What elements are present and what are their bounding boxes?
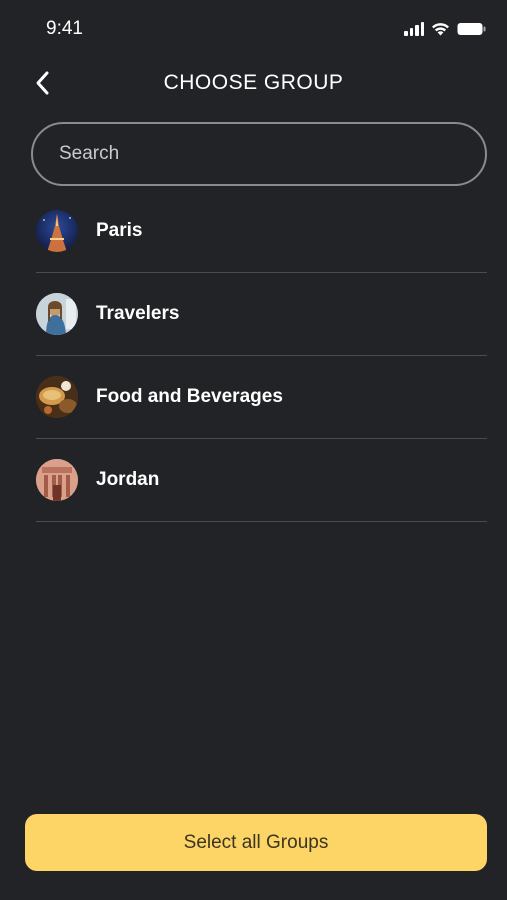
group-name: Jordan bbox=[96, 469, 160, 490]
group-list: Paris Travelers Food and Beverages Jorda… bbox=[36, 190, 487, 522]
food-avatar bbox=[36, 376, 78, 418]
group-row-food-and-beverages[interactable]: Food and Beverages bbox=[36, 356, 487, 439]
travelers-avatar bbox=[36, 293, 78, 335]
group-name: Paris bbox=[96, 220, 143, 241]
wifi-icon bbox=[431, 22, 450, 36]
select-all-groups-button[interactable]: Select all Groups bbox=[25, 814, 487, 871]
page-title: CHOOSE GROUP bbox=[163, 71, 344, 94]
search-input[interactable] bbox=[59, 124, 459, 184]
status-bar: 9:41 bbox=[0, 0, 507, 60]
group-name: Food and Beverages bbox=[96, 386, 283, 407]
group-name: Travelers bbox=[96, 303, 180, 324]
header: CHOOSE GROUP bbox=[0, 60, 507, 108]
status-time: 9:41 bbox=[46, 18, 83, 39]
jordan-avatar bbox=[36, 459, 78, 501]
paris-avatar bbox=[36, 210, 78, 252]
group-row-jordan[interactable]: Jordan bbox=[36, 439, 487, 522]
cellular-signal-icon bbox=[404, 22, 424, 36]
status-icons bbox=[404, 22, 487, 36]
choose-group-screen: 9:41 CHOOSE GROUP Search Paris Travelers… bbox=[0, 0, 507, 900]
group-row-paris[interactable]: Paris bbox=[36, 190, 487, 273]
group-row-travelers[interactable]: Travelers bbox=[36, 273, 487, 356]
battery-icon bbox=[457, 22, 487, 36]
search-box bbox=[31, 122, 487, 186]
